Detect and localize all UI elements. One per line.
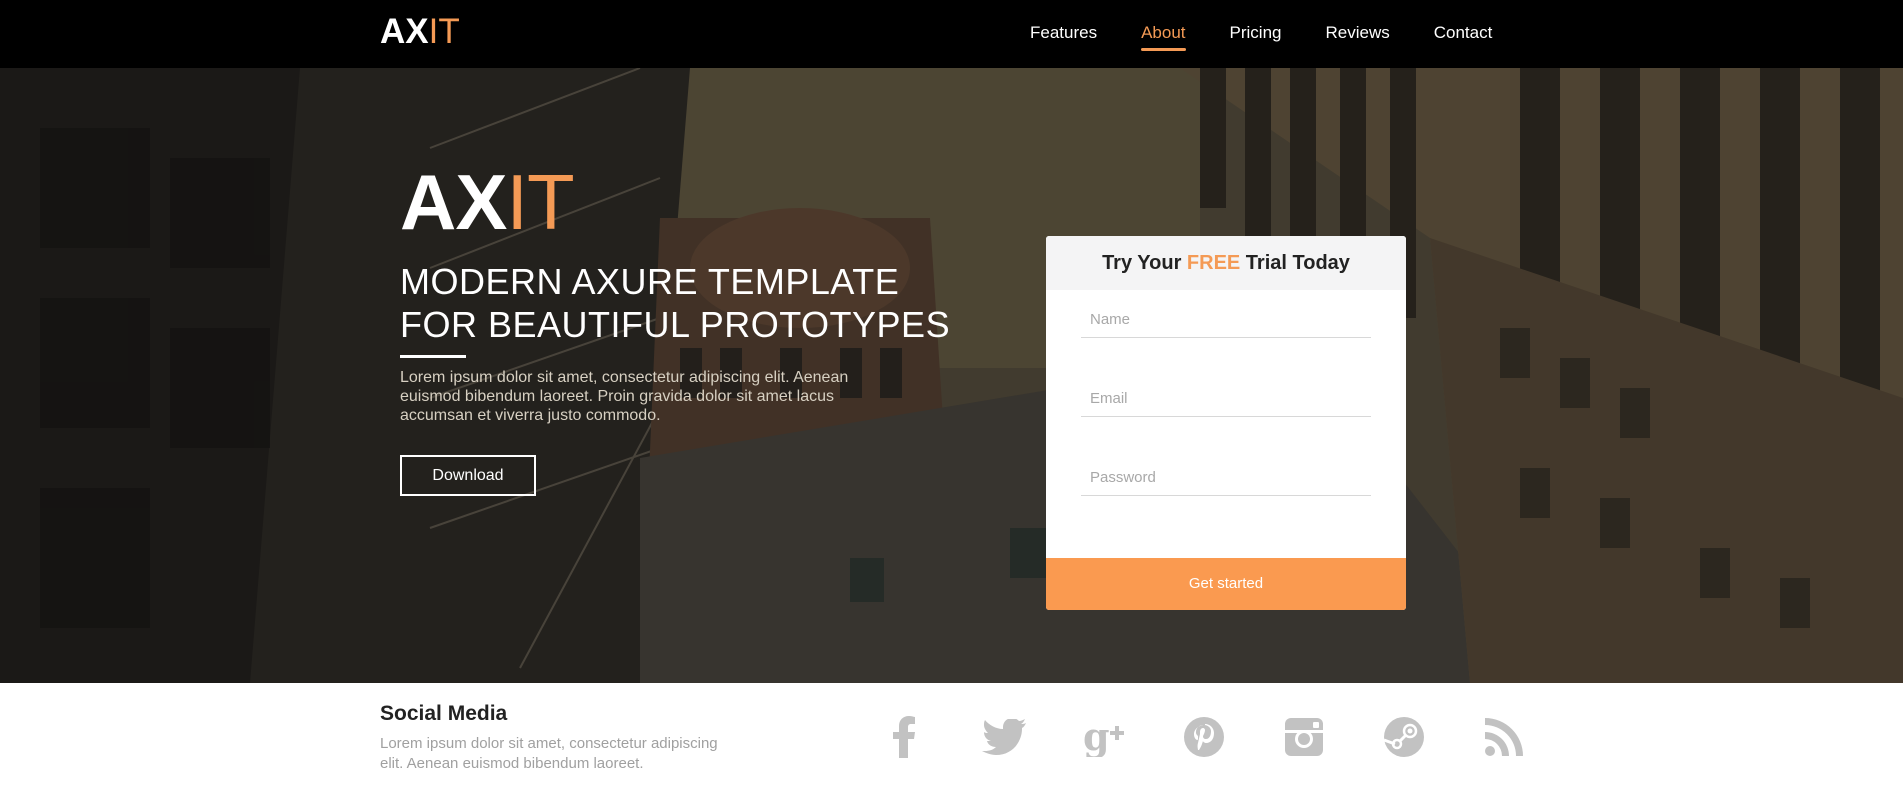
top-navbar: AXIT Features About Pricing Reviews Cont… (0, 0, 1903, 68)
steam-icon[interactable] (1380, 713, 1428, 761)
hero-headline-line2: FOR BEAUTIFUL PROTOTYPES (400, 304, 951, 345)
hero-logo-accent: IT (506, 158, 574, 246)
brand-logo[interactable]: AXIT (380, 12, 460, 52)
facebook-icon[interactable] (880, 713, 928, 761)
hero-overlay (0, 68, 1903, 683)
brand-logo-main: AX (380, 12, 429, 51)
google-plus-icon[interactable]: g (1080, 713, 1128, 761)
pinterest-icon[interactable] (1180, 713, 1228, 761)
signup-title-after: Trial Today (1240, 252, 1350, 274)
name-field-wrapper (1081, 298, 1371, 338)
social-icons-row: g (880, 713, 1580, 761)
download-button[interactable]: Download (400, 455, 536, 496)
email-field-wrapper (1081, 377, 1371, 417)
brand-logo-accent: IT (428, 12, 460, 51)
signup-card: Try Your FREE Trial Today Get started (1046, 236, 1406, 610)
nav-link-about[interactable]: About (1141, 22, 1186, 51)
signup-title-highlight: FREE (1186, 252, 1241, 274)
social-media-description: Lorem ipsum dolor sit amet, consectetur … (380, 735, 718, 772)
hero-headline-line1: MODERN AXURE TEMPLATE (400, 261, 900, 302)
nav-link-reviews[interactable]: Reviews (1326, 22, 1390, 46)
nav-links: Features About Pricing Reviews Contact (1030, 22, 1536, 51)
instagram-icon[interactable] (1280, 713, 1328, 761)
nav-link-pricing[interactable]: Pricing (1230, 22, 1282, 46)
password-input[interactable] (1081, 456, 1371, 495)
password-field-wrapper (1081, 456, 1371, 496)
hero-description: Lorem ipsum dolor sit amet, consectetur … (400, 369, 849, 424)
name-input[interactable] (1081, 298, 1371, 337)
hero-logo: AXIT (400, 158, 575, 246)
nav-link-features[interactable]: Features (1030, 22, 1097, 46)
svg-text:g: g (1083, 717, 1110, 757)
hero-divider (400, 355, 466, 358)
hero-section: AXIT MODERN AXURE TEMPLATE FOR BEAUTIFUL… (0, 68, 1903, 683)
get-started-button[interactable]: Get started (1046, 558, 1406, 610)
social-media-title: Social Media (380, 702, 508, 725)
hero-headline: MODERN AXURE TEMPLATE FOR BEAUTIFUL PROT… (400, 260, 960, 346)
email-input[interactable] (1081, 377, 1371, 416)
twitter-icon[interactable] (980, 713, 1028, 761)
hero-logo-main: AX (400, 158, 507, 246)
nav-link-contact[interactable]: Contact (1434, 22, 1493, 46)
signup-title-before: Try Your (1102, 252, 1187, 274)
rss-icon[interactable] (1480, 713, 1528, 761)
signup-card-title: Try Your FREE Trial Today (1046, 236, 1406, 290)
social-media-footer: Social Media Lorem ipsum dolor sit amet,… (0, 683, 1903, 793)
